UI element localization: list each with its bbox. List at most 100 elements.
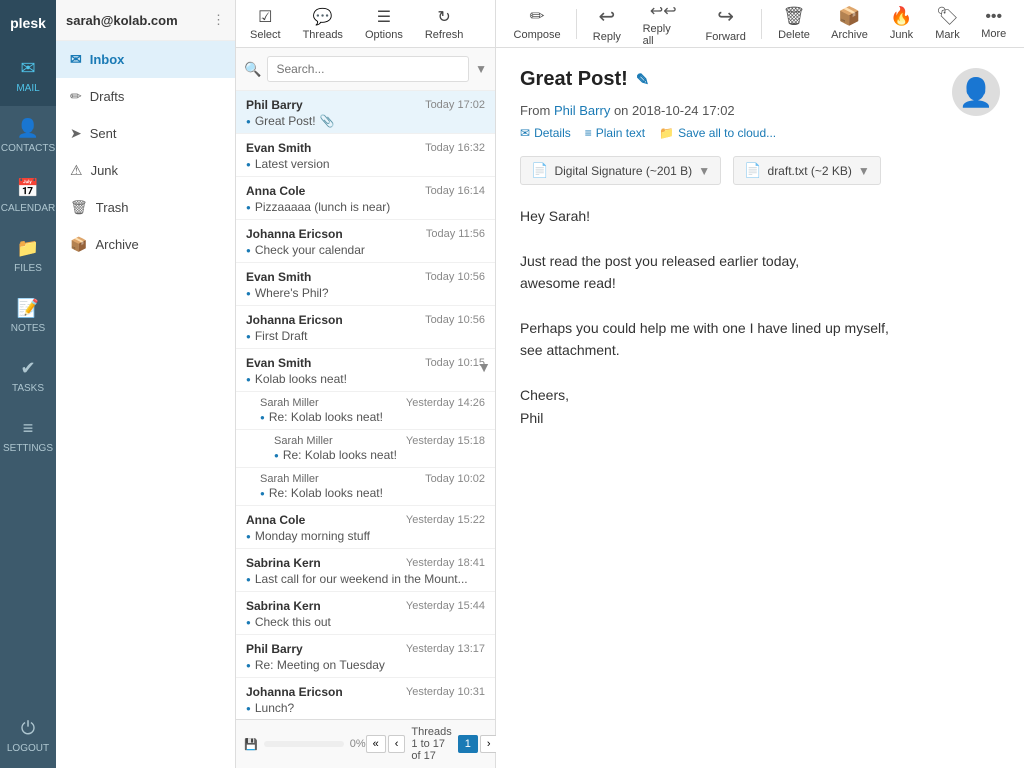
email-edit-icon[interactable]: ✎ xyxy=(636,70,649,90)
email-from-name[interactable]: Phil Barry xyxy=(554,103,610,118)
folder-item-trash[interactable]: 🗑 Trash xyxy=(56,189,235,226)
folder-item-trash-label: Trash xyxy=(96,200,129,215)
message-item[interactable]: Evan Smith Today 16:32 ● Latest version xyxy=(236,134,495,177)
folder-item-sent-label: Sent xyxy=(90,126,117,141)
sub-message-item[interactable]: Sarah Miller Today 10:02 ● Re: Kolab loo… xyxy=(236,468,495,506)
unread-dot: ● xyxy=(246,203,251,212)
msg-sender: Phil Barry xyxy=(246,642,303,656)
msg-time: Yesterday 15:22 xyxy=(406,514,485,526)
pagination-page-1[interactable]: 1 xyxy=(458,735,478,753)
folder-item-archive[interactable]: 📦 Archive xyxy=(56,226,235,263)
select-button[interactable]: ☑ Select xyxy=(240,3,291,45)
thread-collapse-icon[interactable]: ▼ xyxy=(477,359,491,375)
message-item[interactable]: Johanna Ericson Today 10:56 ● First Draf… xyxy=(236,306,495,349)
folder-item-drafts[interactable]: ✏ Drafts xyxy=(56,78,235,115)
more-icon: ••• xyxy=(985,8,1002,26)
sidebar-item-calendar[interactable]: 📅 CALENDAR xyxy=(0,166,56,226)
threads-button[interactable]: 💬 Threads xyxy=(293,3,353,45)
sub-message-item[interactable]: Sarah Miller Yesterday 14:26 ● Re: Kolab… xyxy=(236,392,495,430)
forward-label: Forward xyxy=(706,31,746,43)
sidebar-item-notes[interactable]: 📝 NOTES xyxy=(0,286,56,346)
email-date: on 2018-10-24 17:02 xyxy=(614,103,735,118)
forward-button[interactable]: ↪ Forward xyxy=(696,0,756,47)
reply-all-icon: ↩↩ xyxy=(650,1,677,21)
msg-time: Yesterday 10:31 xyxy=(406,686,485,698)
more-label: More xyxy=(981,28,1006,40)
search-input[interactable] xyxy=(267,56,469,82)
reply-button[interactable]: ↩ Reply xyxy=(583,0,631,47)
digital-sig-dropdown[interactable]: ▼ xyxy=(698,164,710,178)
msg-time: Yesterday 18:41 xyxy=(406,557,485,569)
message-item[interactable]: Johanna Ericson Yesterday 10:31 ● Lunch? xyxy=(236,678,495,719)
email-title: Great Post! ✎ xyxy=(520,68,952,91)
sent-icon: ➤ xyxy=(70,125,82,142)
draft-icon: 📄 xyxy=(744,162,761,179)
save-all-label: Save all to cloud... xyxy=(678,126,776,140)
plain-text-link[interactable]: ≡ Plain text xyxy=(585,126,645,140)
mark-button[interactable]: 🏷 Mark xyxy=(925,2,969,45)
options-button[interactable]: ☰ Options xyxy=(355,3,413,45)
folder-item-inbox-label: Inbox xyxy=(90,52,125,67)
message-item[interactable]: Sabrina Kern Yesterday 18:41 ● Last call… xyxy=(236,549,495,592)
msg-subject: ● Latest version xyxy=(246,157,485,171)
msg-subject: ● Monday morning stuff xyxy=(246,529,485,543)
junk-button[interactable]: 🔥 Junk xyxy=(879,2,923,45)
message-list: Phil Barry Today 17:02 ● Great Post! 📎 E… xyxy=(236,91,495,719)
msg-time: Today 10:15 xyxy=(425,357,485,369)
sidebar-item-notes-label: NOTES xyxy=(11,323,45,334)
folder-list: ✉ Inbox ✏ Drafts ➤ Sent ⚠ Junk 🗑 Trash 📦… xyxy=(56,41,235,768)
folder-item-junk[interactable]: ⚠ Junk xyxy=(56,152,235,189)
calendar-icon: 📅 xyxy=(17,178,39,199)
search-dropdown-icon[interactable]: ▼ xyxy=(475,62,487,76)
sidebar-item-mail[interactable]: ✉ MAIL xyxy=(0,46,56,106)
msg-sender: Anna Cole xyxy=(246,513,305,527)
folder-item-inbox[interactable]: ✉ Inbox xyxy=(56,41,235,78)
draft-dropdown[interactable]: ▼ xyxy=(858,164,870,178)
draft-name: draft.txt (~2 KB) xyxy=(768,164,852,178)
message-item[interactable]: Evan Smith Today 10:15 ● Kolab looks nea… xyxy=(236,349,495,392)
sidebar-item-settings[interactable]: ≡ SETTINGS xyxy=(0,406,56,466)
message-item[interactable]: Anna Cole Today 16:14 ● Pizzaaaaa (lunch… xyxy=(236,177,495,220)
sub-msg-subject: ● Re: Kolab looks neat! xyxy=(260,486,485,500)
msg-time: Yesterday 13:17 xyxy=(406,643,485,655)
unread-dot: ● xyxy=(246,532,251,541)
details-link[interactable]: ✉ Details xyxy=(520,126,571,140)
message-item[interactable]: Sabrina Kern Yesterday 15:44 ● Check thi… xyxy=(236,592,495,635)
refresh-button[interactable]: ↻ Refresh xyxy=(415,3,474,45)
msg-subject: ● First Draft xyxy=(246,329,485,343)
msg-sender: Sabrina Kern xyxy=(246,599,321,613)
msg-subject: ● Last call for our weekend in the Mount… xyxy=(246,572,485,586)
delete-button[interactable]: 🗑 Delete xyxy=(768,2,819,45)
compose-button[interactable]: ✏ Compose xyxy=(504,2,570,45)
message-item[interactable]: Phil Barry Yesterday 13:17 ● Re: Meeting… xyxy=(236,635,495,678)
attachment-digital-sig[interactable]: 📄 Digital Signature (~201 B) ▼ xyxy=(520,156,721,185)
message-item[interactable]: Johanna Ericson Today 11:56 ● Check your… xyxy=(236,220,495,263)
email-view: Great Post! ✎ From Phil Barry on 2018-10… xyxy=(496,48,1024,768)
message-item[interactable]: Evan Smith Today 10:56 ● Where's Phil? xyxy=(236,263,495,306)
msg-time: Today 10:56 xyxy=(425,271,485,283)
pagination-next-button[interactable]: › xyxy=(480,735,498,753)
pagination-first-button[interactable]: « xyxy=(366,735,386,753)
details-icon: ✉ xyxy=(520,126,530,140)
drafts-icon: ✏ xyxy=(70,88,82,105)
email-body-line: see attachment. xyxy=(520,339,1000,361)
archive-button[interactable]: 📦 Archive xyxy=(822,2,878,45)
sidebar-item-files[interactable]: 📁 FILES xyxy=(0,226,56,286)
email-body-line: Perhaps you could help me with one I hav… xyxy=(520,317,1000,339)
msg-time: Today 16:32 xyxy=(425,142,485,154)
sidebar-item-contacts[interactable]: 👤 CONTACTS xyxy=(0,106,56,166)
message-item[interactable]: Phil Barry Today 17:02 ● Great Post! 📎 xyxy=(236,91,495,134)
pagination-prev-button[interactable]: ‹ xyxy=(388,735,406,753)
attachment-draft[interactable]: 📄 draft.txt (~2 KB) ▼ xyxy=(733,156,881,185)
folder-header-more-icon[interactable]: ⋮ xyxy=(212,12,225,28)
main-area: ✏ Compose ↩ Reply ↩↩ Reply all ↪ Forward… xyxy=(496,0,1024,768)
sidebar-item-tasks[interactable]: ✔ TASKS xyxy=(0,346,56,406)
unread-dot: ● xyxy=(246,661,251,670)
sub-message-item[interactable]: Sarah Miller Yesterday 15:18 ● Re: Kolab… xyxy=(236,430,495,468)
message-item[interactable]: Anna Cole Yesterday 15:22 ● Monday morni… xyxy=(236,506,495,549)
more-button[interactable]: ••• More xyxy=(971,4,1016,44)
save-all-link[interactable]: 📁 Save all to cloud... xyxy=(659,126,776,140)
sidebar-item-logout[interactable]: ⏻ LOGOUT xyxy=(0,708,56,764)
reply-all-button[interactable]: ↩↩ Reply all xyxy=(633,0,694,51)
folder-item-sent[interactable]: ➤ Sent xyxy=(56,115,235,152)
